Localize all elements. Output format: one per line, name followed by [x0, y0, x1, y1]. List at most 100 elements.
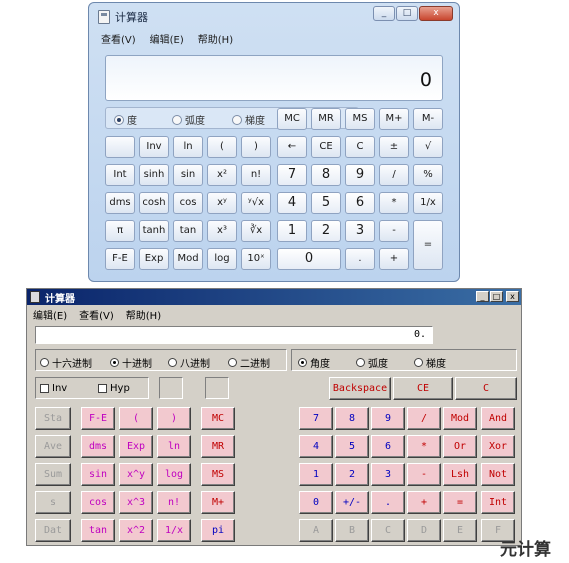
win7-title-bar[interactable]: 计算器 _ □ x: [89, 3, 459, 30]
digit-8-button[interactable]: 8: [335, 407, 369, 430]
classic-title-bar[interactable]: 计算器 _ □ x: [27, 289, 521, 305]
sci-ln-button[interactable]: ln: [157, 435, 191, 458]
angle-radians-radio[interactable]: 弧度: [356, 355, 388, 370]
angle-radians-radio[interactable]: 弧度: [172, 112, 205, 127]
9-digit-button[interactable]: 9: [345, 164, 375, 186]
clear-button[interactable]: C: [455, 377, 517, 400]
memory-pi-button[interactable]: pi: [201, 519, 235, 542]
8-digit-button[interactable]: 8: [311, 164, 341, 186]
equals-button[interactable]: =: [443, 491, 477, 514]
xor-button[interactable]: Xor: [481, 435, 515, 458]
sci-open-paren-button[interactable]: (: [119, 407, 153, 430]
4-digit-button[interactable]: 4: [277, 192, 307, 214]
clear-entry-button[interactable]: CE: [393, 377, 453, 400]
angle-gradians-radio[interactable]: 梯度: [232, 112, 265, 127]
dms-button[interactable]: dms: [105, 192, 135, 214]
digit-0-button[interactable]: 0: [299, 491, 333, 514]
sci-f-e-button[interactable]: F-E: [81, 407, 115, 430]
menu-help[interactable]: 帮助(H): [126, 307, 161, 322]
minus-button[interactable]: -: [379, 220, 409, 242]
digit-4-button[interactable]: 4: [299, 435, 333, 458]
plus-minus-button[interactable]: ±: [379, 136, 409, 158]
memory-mc-button[interactable]: MC: [201, 407, 235, 430]
sci-s-button[interactable]: s: [35, 491, 71, 514]
cos-button[interactable]: cos: [173, 192, 203, 214]
close-paren-button[interactable]: ): [241, 136, 271, 158]
pi-button[interactable]: π: [105, 220, 135, 242]
base-hex-radio[interactable]: 十六进制: [40, 355, 92, 370]
sqrt-button[interactable]: √: [413, 136, 443, 158]
sin-button[interactable]: sin: [173, 164, 203, 186]
digit-6-button[interactable]: 6: [371, 435, 405, 458]
log-button[interactable]: log: [207, 248, 237, 270]
x-squared-button[interactable]: x²: [207, 164, 237, 186]
ce-button[interactable]: CE: [311, 136, 341, 158]
maximize-button[interactable]: □: [396, 6, 418, 21]
menu-edit[interactable]: 编辑(E): [150, 31, 184, 49]
memory-ms-button[interactable]: MS: [201, 463, 235, 486]
digit-9-button[interactable]: 9: [371, 407, 405, 430]
or-button[interactable]: Or: [443, 435, 477, 458]
angle-degrees-radio[interactable]: 角度: [298, 355, 330, 370]
int-button[interactable]: Int: [481, 491, 515, 514]
d-button[interactable]: D: [407, 519, 441, 542]
menu-help[interactable]: 帮助(H): [198, 31, 233, 49]
b-button[interactable]: B: [335, 519, 369, 542]
decimal-button[interactable]: .: [371, 491, 405, 514]
not-button[interactable]: Not: [481, 463, 515, 486]
divide-button[interactable]: /: [407, 407, 441, 430]
sci-close-paren-button[interactable]: ): [157, 407, 191, 430]
c-button[interactable]: C: [345, 136, 375, 158]
divide-button[interactable]: /: [379, 164, 409, 186]
mod-button[interactable]: Mod: [173, 248, 203, 270]
sci-cos-button[interactable]: cos: [81, 491, 115, 514]
sci-dat-button[interactable]: Dat: [35, 519, 71, 542]
menu-view[interactable]: 查看(V): [101, 31, 136, 49]
minus-button[interactable]: -: [407, 463, 441, 486]
exp-button[interactable]: Exp: [139, 248, 169, 270]
f-e-button[interactable]: F-E: [105, 248, 135, 270]
lsh-button[interactable]: Lsh: [443, 463, 477, 486]
memory-ms-button[interactable]: MS: [345, 108, 375, 130]
c-button[interactable]: C: [371, 519, 405, 542]
equals-button[interactable]: =: [413, 220, 443, 270]
percent-button[interactable]: %: [413, 164, 443, 186]
backspace-button[interactable]: ←: [277, 136, 307, 158]
digit-3-button[interactable]: 3: [371, 463, 405, 486]
digit-2-button[interactable]: 2: [335, 463, 369, 486]
7-digit-button[interactable]: 7: [277, 164, 307, 186]
memory-mr-button[interactable]: MR: [311, 108, 341, 130]
menu-view[interactable]: 查看(V): [79, 307, 114, 322]
memory-m-button[interactable]: M+: [201, 491, 235, 514]
6-digit-button[interactable]: 6: [345, 192, 375, 214]
x-cubed-button[interactable]: x³: [207, 220, 237, 242]
sci-sin-button[interactable]: sin: [81, 463, 115, 486]
sci-sta-button[interactable]: Sta: [35, 407, 71, 430]
base-bin-radio[interactable]: 二进制: [228, 355, 270, 370]
sci-factorial-button[interactable]: n!: [157, 491, 191, 514]
close-button[interactable]: x: [419, 6, 453, 21]
e-button[interactable]: E: [443, 519, 477, 542]
sci-exp-button[interactable]: Exp: [119, 435, 153, 458]
2-digit-button[interactable]: 2: [311, 220, 341, 242]
base-dec-radio[interactable]: 十进制: [110, 355, 152, 370]
and-button[interactable]: And: [481, 407, 515, 430]
memory-mr-button[interactable]: MR: [201, 435, 235, 458]
ten-pow-x-button[interactable]: 10ˣ: [241, 248, 271, 270]
sci-dms-button[interactable]: dms: [81, 435, 115, 458]
digit-1-button[interactable]: 1: [299, 463, 333, 486]
minimize-button[interactable]: _: [373, 6, 395, 21]
minimize-button[interactable]: _: [476, 291, 489, 302]
memory-mc-button[interactable]: MC: [277, 108, 307, 130]
inv-checkbox[interactable]: Inv: [40, 383, 67, 394]
cube-root-button[interactable]: ∛x: [241, 220, 271, 242]
tanh-button[interactable]: tanh: [139, 220, 169, 242]
sci-ave-button[interactable]: Ave: [35, 435, 71, 458]
blank-button[interactable]: [105, 136, 135, 158]
multiply-button[interactable]: *: [407, 435, 441, 458]
backspace-button[interactable]: Backspace: [329, 377, 391, 400]
angle-gradians-radio[interactable]: 梯度: [414, 355, 446, 370]
decimal-button[interactable]: .: [345, 248, 375, 270]
3-digit-button[interactable]: 3: [345, 220, 375, 242]
open-paren-button[interactable]: (: [207, 136, 237, 158]
